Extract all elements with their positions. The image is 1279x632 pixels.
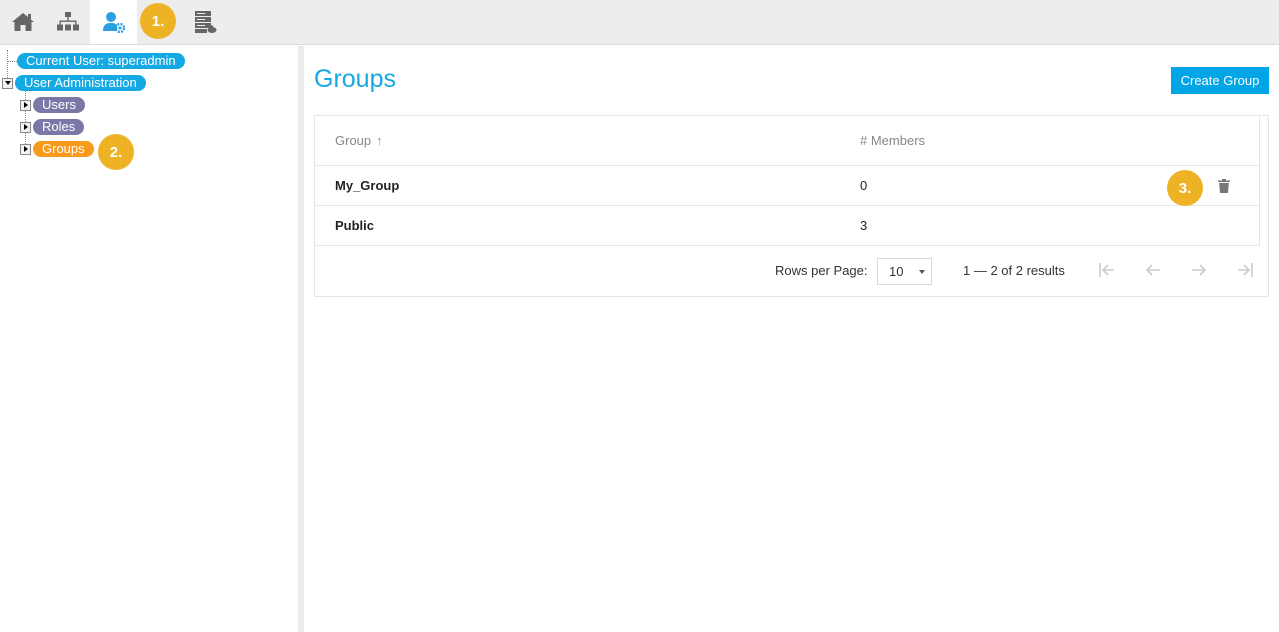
rows-per-page-select[interactable]: 10 xyxy=(877,258,932,285)
last-page-icon[interactable] xyxy=(1235,260,1255,280)
tree-node-users: Users xyxy=(20,97,85,113)
collapse-toggle[interactable] xyxy=(2,77,13,89)
main-content: Groups Create Group Group ↑ # Members My… xyxy=(304,46,1279,632)
home-button[interactable] xyxy=(0,0,45,44)
users-label[interactable]: Users xyxy=(33,97,85,113)
caret-down-icon xyxy=(919,270,925,274)
user-administration-label[interactable]: User Administration xyxy=(15,75,146,91)
rows-per-page-value: 10 xyxy=(889,264,904,279)
tree-node-current-user: Current User: superadmin xyxy=(17,53,185,69)
sort-ascending-icon: ↑ xyxy=(376,133,383,148)
step-marker-3: 3. xyxy=(1167,170,1203,206)
column-header-group[interactable]: Group ↑ xyxy=(335,116,383,165)
navigation-tree: Current User: superadmin User Administra… xyxy=(0,46,298,632)
groups-table: Group ↑ # Members My_Group 0 Public 3 Ro… xyxy=(314,115,1269,297)
column-header-group-label: Group xyxy=(335,133,372,148)
expand-toggle[interactable] xyxy=(20,143,31,155)
tree-node-roles: Roles xyxy=(20,119,85,135)
column-header-members[interactable]: # Members xyxy=(860,116,925,165)
table-body: Group ↑ # Members My_Group 0 Public 3 xyxy=(315,116,1260,246)
step-marker-1: 1. xyxy=(140,3,176,39)
current-user-label[interactable]: Current User: superadmin xyxy=(17,53,185,69)
server-cloud-icon xyxy=(194,11,216,33)
expand-toggle[interactable] xyxy=(20,121,31,133)
rows-per-page-label: Rows per Page: xyxy=(775,263,868,278)
trash-icon[interactable] xyxy=(1218,179,1230,193)
pagination-bar: Rows per Page: 10 1 — 2 of 2 results xyxy=(315,246,1268,296)
sitemap-icon xyxy=(56,12,79,31)
group-name-cell: Public xyxy=(335,218,375,233)
group-name-cell: My_Group xyxy=(335,178,400,193)
home-icon xyxy=(11,13,34,31)
previous-page-icon[interactable] xyxy=(1143,260,1163,280)
user-admin-button[interactable] xyxy=(90,0,137,44)
first-page-icon[interactable] xyxy=(1097,260,1117,280)
user-gear-icon xyxy=(102,12,125,33)
hierarchy-button[interactable] xyxy=(45,0,90,44)
members-count-cell: 0 xyxy=(860,178,868,193)
results-count: 1 — 2 of 2 results xyxy=(963,263,1065,278)
step-marker-2: 2. xyxy=(98,134,134,170)
table-header: Group ↑ # Members xyxy=(315,116,1260,166)
table-row[interactable]: Public 3 xyxy=(315,206,1260,246)
chevron-right-icon xyxy=(23,124,28,130)
create-group-button[interactable]: Create Group xyxy=(1171,67,1269,94)
page-title: Groups xyxy=(314,65,396,93)
chevron-right-icon xyxy=(23,102,28,108)
chevron-down-icon xyxy=(4,81,11,85)
tree-connector xyxy=(7,61,17,62)
members-count-cell: 3 xyxy=(860,218,868,233)
top-toolbar xyxy=(0,0,1279,45)
server-button[interactable] xyxy=(182,0,227,44)
next-page-icon[interactable] xyxy=(1189,260,1209,280)
chevron-right-icon xyxy=(23,146,28,152)
groups-label[interactable]: Groups xyxy=(33,141,94,157)
tree-node-groups: Groups xyxy=(20,141,94,157)
expand-toggle[interactable] xyxy=(20,99,31,111)
roles-label[interactable]: Roles xyxy=(33,119,85,135)
table-row[interactable]: My_Group 0 xyxy=(315,166,1260,206)
tree-node-user-administration: User Administration xyxy=(2,75,146,91)
